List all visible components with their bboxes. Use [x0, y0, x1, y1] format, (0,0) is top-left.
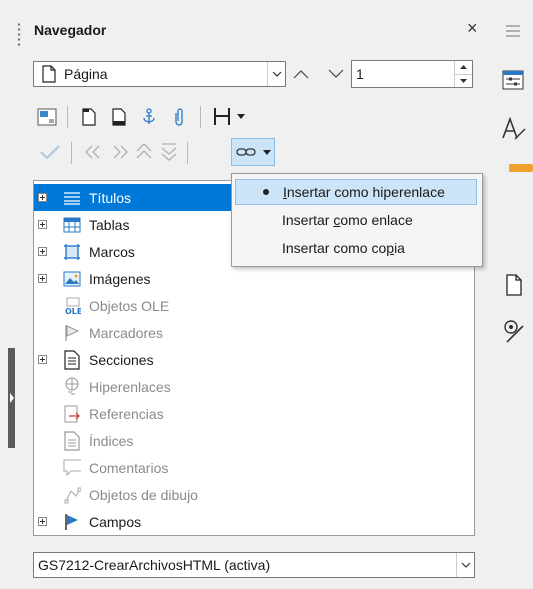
tree-item-label: Secciones [89, 351, 154, 368]
chevron-down-icon[interactable] [456, 553, 474, 577]
drag-mode-menu-item-label: Insertar como enlace [282, 212, 413, 228]
references-icon [63, 405, 81, 423]
footer-icon[interactable] [108, 105, 130, 129]
drawing-objects-icon [63, 486, 81, 504]
properties-icon[interactable] [499, 66, 527, 94]
promote-chapter-icon[interactable] [83, 141, 105, 163]
sections-icon [63, 349, 81, 370]
close-icon[interactable]: × [467, 18, 478, 38]
promote-level-icon[interactable] [133, 141, 155, 163]
tree-item-label: Tablas [89, 216, 130, 233]
styles-icon[interactable] [499, 114, 529, 144]
indexes-icon [63, 430, 81, 451]
tree-item[interactable]: Referencias [34, 400, 472, 427]
tree-item[interactable]: Hiperenlaces [34, 373, 472, 400]
page-icon[interactable] [503, 272, 525, 298]
comments-icon [63, 459, 81, 477]
tree-item-label: Referencias [89, 405, 164, 422]
chevron-down-icon[interactable] [236, 110, 246, 122]
page-number-spinbox[interactable]: 1 [351, 60, 473, 88]
drag-mode-menu-item[interactable]: Insertar como copia [235, 235, 477, 261]
expand-icon[interactable] [38, 517, 47, 526]
document-select[interactable]: GS7212-CrearArchivosHTML (activa) [33, 552, 475, 578]
drag-mode-menu-item[interactable]: Insertar como hiperenlace [235, 179, 477, 205]
page-icon [34, 62, 64, 86]
radio-selected-icon [263, 189, 269, 195]
expand-icon[interactable] [38, 193, 47, 202]
heading-level-button[interactable] [210, 103, 234, 129]
tree-item-label: Objetos OLE [89, 297, 170, 314]
tree-item[interactable]: Secciones [34, 346, 472, 373]
sidebar-menu-icon[interactable] [506, 25, 520, 40]
images-icon [63, 270, 81, 288]
demote-chapter-icon[interactable] [108, 141, 130, 163]
navigate-by-select[interactable]: Página [33, 61, 286, 87]
tree-item-label: Campos [89, 513, 142, 530]
spin-down-icon[interactable] [455, 75, 472, 88]
tree-item-label: Marcos [89, 243, 135, 260]
tree-item-label: Índices [89, 432, 134, 449]
link-icon [235, 143, 257, 161]
tree-item[interactable]: Campos [34, 508, 472, 535]
navigate-by-value: Página [64, 66, 108, 82]
expand-icon[interactable] [38, 274, 47, 283]
previous-element-button[interactable] [290, 64, 312, 84]
tree-item[interactable]: Índices [34, 427, 472, 454]
drag-mode-menu: Insertar como hiperenlace Insertar como e… [231, 173, 483, 267]
expand-icon[interactable] [38, 355, 47, 364]
drag-mode-menu-item[interactable]: Insertar como enlace [235, 207, 477, 233]
tree-item[interactable]: Imágenes [34, 265, 472, 292]
panel-title: Navegador [34, 22, 107, 38]
tables-icon [63, 216, 81, 234]
bookmarks-icon [63, 324, 81, 342]
chevron-down-icon[interactable] [267, 62, 285, 86]
toggle-master-view-button[interactable] [36, 106, 58, 128]
tree-item-label: Comentarios [89, 459, 169, 476]
tree-item-label: Hiperenlaces [89, 378, 171, 395]
tree-item[interactable]: Objetos de dibujo [34, 481, 472, 508]
tree-item[interactable]: OLE Objetos OLE [34, 292, 472, 319]
document-select-value: GS7212-CrearArchivosHTML (activa) [38, 557, 271, 573]
checkmark-icon[interactable] [38, 141, 62, 163]
expand-icon[interactable] [38, 220, 47, 229]
tree-item[interactable]: Marcadores [34, 319, 472, 346]
fields-icon [63, 513, 81, 531]
panel-grip-handle[interactable] [17, 22, 21, 46]
gallery-icon[interactable] [509, 164, 533, 172]
headings-icon [63, 189, 81, 207]
tree-item-label: Objetos de dibujo [89, 486, 198, 503]
paperclip-icon[interactable] [168, 105, 190, 129]
drag-mode-menu-item-label: Insertar como copia [282, 240, 405, 256]
hyperlinks-icon [63, 377, 81, 396]
header-icon[interactable] [78, 105, 100, 129]
demote-level-icon[interactable] [158, 141, 180, 163]
ole-objects-icon: OLE [63, 297, 81, 315]
page-number-value: 1 [356, 66, 364, 82]
drag-mode-menu-item-label: Insertar como hiperenlace [283, 184, 445, 200]
style-inspector-icon[interactable] [499, 316, 529, 346]
tree-item[interactable]: Comentarios [34, 454, 472, 481]
anchor-icon[interactable] [138, 105, 160, 129]
next-element-button[interactable] [325, 64, 347, 84]
spin-up-icon[interactable] [455, 61, 472, 75]
tree-item-label: Títulos [89, 189, 132, 206]
tree-item-label: Imágenes [89, 270, 151, 287]
svg-text:OLE: OLE [65, 307, 81, 315]
frames-icon [63, 243, 81, 261]
chevron-down-icon[interactable] [262, 147, 272, 157]
expand-icon[interactable] [38, 247, 47, 256]
tree-item-label: Marcadores [89, 324, 163, 341]
